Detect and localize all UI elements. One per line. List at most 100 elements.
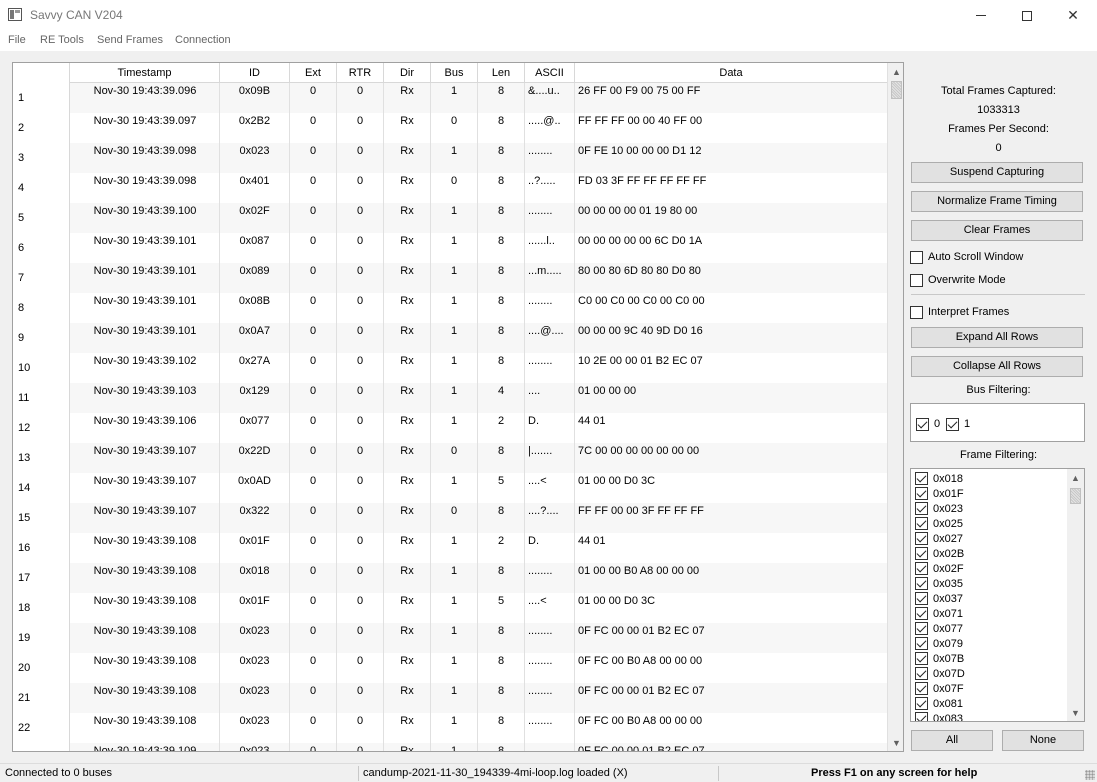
table-row[interactable]: 1 Nov-30 19:43:39.096 0x09B 0 0 Rx 1 8 &....u.. 2…: [13, 83, 887, 113]
column-header-id[interactable]: ID: [220, 63, 290, 83]
table-scrollbar[interactable]: ▲ ▼: [887, 63, 903, 751]
frame-filter-item[interactable]: 0x083: [915, 711, 963, 721]
scroll-down-arrow-icon[interactable]: ▼: [888, 734, 903, 751]
menu-re-tools[interactable]: RE Tools: [40, 34, 84, 46]
column-header-ext[interactable]: Ext: [290, 63, 337, 83]
table-row[interactable]: 19 Nov-30 19:43:39.108 0x023 0 0 Rx 1 8........…: [13, 623, 887, 653]
table-row[interactable]: 17 Nov-30 19:43:39.108 0x018 0 0 Rx 1 8........…: [13, 563, 887, 593]
checkbox-checked[interactable]: [915, 712, 928, 721]
frame-filter-item[interactable]: 0x023: [915, 501, 963, 516]
table-row[interactable]: 2 Nov-30 19:43:39.097 0x2B2 0 0 Rx 0 8 .....@.. F…: [13, 113, 887, 143]
frame-filter-item[interactable]: 0x079: [915, 636, 963, 651]
frames-table[interactable]: Timestamp ID Ext RTR Dir Bus Len ASCII D…: [12, 62, 904, 752]
frame-filter-item[interactable]: 0x07F: [915, 681, 964, 696]
table-row[interactable]: 16 Nov-30 19:43:39.108 0x01F 0 0 Rx 1 2 D. 44 01: [13, 533, 887, 563]
frame-filter-item[interactable]: 0x077: [915, 621, 963, 636]
frame-filter-item[interactable]: 0x027: [915, 531, 963, 546]
clear-frames-button[interactable]: Clear Frames: [911, 220, 1083, 241]
checkbox-checked[interactable]: [946, 417, 959, 431]
table-row[interactable]: 8 Nov-30 19:43:39.101 0x08B 0 0 Rx 1 8........ C…: [13, 293, 887, 323]
checkbox-checked[interactable]: [915, 652, 928, 665]
resize-grip-icon[interactable]: [1085, 770, 1095, 780]
frame-filter-item[interactable]: 0x037: [915, 591, 963, 606]
table-row[interactable]: 21 Nov-30 19:43:39.108 0x023 0 0 Rx 1 8........…: [13, 683, 887, 713]
frame-filter-item[interactable]: 0x07B: [915, 651, 964, 666]
bus-filter-1[interactable]: 1: [946, 416, 970, 432]
close-button[interactable]: ✕: [1050, 0, 1096, 31]
checkbox-checked[interactable]: [915, 697, 928, 710]
menu-file[interactable]: File: [8, 34, 26, 46]
suspend-capturing-button[interactable]: Suspend Capturing: [911, 162, 1083, 183]
checkbox-checked[interactable]: [915, 667, 928, 680]
checkbox-checked[interactable]: [916, 417, 929, 431]
table-row[interactable]: 20 Nov-30 19:43:39.108 0x023 0 0 Rx 1 8........…: [13, 653, 887, 683]
select-none-button[interactable]: None: [1002, 730, 1084, 751]
scroll-down-arrow-icon[interactable]: ▼: [1067, 704, 1084, 721]
checkbox-checked[interactable]: [915, 517, 928, 530]
table-row[interactable]: 14 Nov-30 19:43:39.107 0x0AD 0 0 Rx 1 5 ....< 01 …: [13, 473, 887, 503]
checkbox-checked[interactable]: [915, 592, 928, 605]
column-header-rtr[interactable]: RTR: [337, 63, 384, 83]
bus-filter-0[interactable]: 0: [916, 416, 940, 432]
frame-filter-item[interactable]: 0x01F: [915, 486, 964, 501]
select-all-button[interactable]: All: [911, 730, 993, 751]
overwrite-mode-checkbox[interactable]: Overwrite Mode: [910, 272, 1006, 288]
table-row[interactable]: 10 Nov-30 19:43:39.102 0x27A 0 0 Rx 1 8........…: [13, 353, 887, 383]
checkbox-checked[interactable]: [915, 472, 928, 485]
auto-scroll-checkbox[interactable]: Auto Scroll Window: [910, 249, 1023, 265]
checkbox-checked[interactable]: [915, 607, 928, 620]
checkbox-box[interactable]: [910, 250, 923, 264]
table-row[interactable]: 5 Nov-30 19:43:39.100 0x02F 0 0 Rx 1 8........ 0…: [13, 203, 887, 233]
column-header-timestamp[interactable]: Timestamp: [70, 63, 220, 83]
frame-filter-scrollbar[interactable]: ▲ ▼: [1067, 469, 1084, 721]
scroll-thumb[interactable]: [1070, 488, 1081, 504]
checkbox-checked[interactable]: [915, 637, 928, 650]
frame-filter-item[interactable]: 0x071: [915, 606, 963, 621]
table-row[interactable]: 6 Nov-30 19:43:39.101 0x087 0 0 Rx 1 8 ......l..…: [13, 233, 887, 263]
menu-send-frames[interactable]: Send Frames: [97, 34, 163, 46]
table-row[interactable]: 12 Nov-30 19:43:39.106 0x077 0 0 Rx 1 2 D. 44 01: [13, 413, 887, 443]
frame-filter-item[interactable]: 0x018: [915, 471, 963, 486]
frame-filter-item[interactable]: 0x02B: [915, 546, 964, 561]
scroll-thumb[interactable]: [891, 81, 902, 99]
checkbox-checked[interactable]: [915, 487, 928, 500]
checkbox-checked[interactable]: [915, 502, 928, 515]
column-header-ascii[interactable]: ASCII: [525, 63, 575, 83]
checkbox-checked[interactable]: [915, 562, 928, 575]
table-row[interactable]: 11 Nov-30 19:43:39.103 0x129 0 0 Rx 1 4.... 01 0…: [13, 383, 887, 413]
checkbox-checked[interactable]: [915, 532, 928, 545]
column-header-bus[interactable]: Bus: [431, 63, 478, 83]
frame-filter-item[interactable]: 0x025: [915, 516, 963, 531]
column-header-dir[interactable]: Dir: [384, 63, 431, 83]
checkbox-checked[interactable]: [915, 547, 928, 560]
expand-all-rows-button[interactable]: Expand All Rows: [911, 327, 1083, 348]
frame-filter-item[interactable]: 0x07D: [915, 666, 965, 681]
table-row[interactable]: 13 Nov-30 19:43:39.107 0x22D 0 0 Rx 0 8 |.......…: [13, 443, 887, 473]
checkbox-checked[interactable]: [915, 682, 928, 695]
checkbox-checked[interactable]: [915, 577, 928, 590]
table-row[interactable]: 15 Nov-30 19:43:39.107 0x322 0 0 Rx 0 8....?...…: [13, 503, 887, 533]
menu-connection[interactable]: Connection: [175, 34, 231, 46]
checkbox-checked[interactable]: [915, 622, 928, 635]
interpret-frames-checkbox[interactable]: Interpret Frames: [910, 304, 1009, 320]
table-row[interactable]: 22 Nov-30 19:43:39.108 0x023 0 0 Rx 1 8........…: [13, 713, 887, 743]
table-row[interactable]: 9 Nov-30 19:43:39.101 0x0A7 0 0 Rx 1 8 ....@....…: [13, 323, 887, 353]
frame-filter-item[interactable]: 0x02F: [915, 561, 964, 576]
scroll-up-arrow-icon[interactable]: ▲: [1067, 469, 1084, 486]
frame-filter-list[interactable]: 0x083 0x081 0x07F 0x07D 0x07B 0x079 0x077 0x071…: [910, 468, 1085, 722]
table-row[interactable]: 3 Nov-30 19:43:39.098 0x023 0 0 Rx 1 8........ 0…: [13, 143, 887, 173]
column-header-len[interactable]: Len: [478, 63, 525, 83]
table-row[interactable]: 18 Nov-30 19:43:39.108 0x01F 0 0 Rx 1 5 ....< 01 …: [13, 593, 887, 623]
normalize-frame-timing-button[interactable]: Normalize Frame Timing: [911, 191, 1083, 212]
table-row[interactable]: 7 Nov-30 19:43:39.101 0x089 0 0 Rx 1 8 ...m.....…: [13, 263, 887, 293]
maximize-button[interactable]: [1004, 0, 1050, 31]
table-row[interactable]: 4 Nov-30 19:43:39.098 0x401 0 0 Rx 0 8..?..... F…: [13, 173, 887, 203]
scroll-up-arrow-icon[interactable]: ▲: [888, 63, 903, 80]
checkbox-box[interactable]: [910, 305, 923, 319]
table-row[interactable]: 23 Nov-30 19:43:39.109 0x023 0 0 Rx 1 8........…: [13, 743, 887, 751]
frame-filter-item[interactable]: 0x035: [915, 576, 963, 591]
checkbox-box[interactable]: [910, 273, 923, 287]
collapse-all-rows-button[interactable]: Collapse All Rows: [911, 356, 1083, 377]
column-header-data[interactable]: Data: [575, 63, 887, 83]
minimize-button[interactable]: [958, 0, 1004, 31]
